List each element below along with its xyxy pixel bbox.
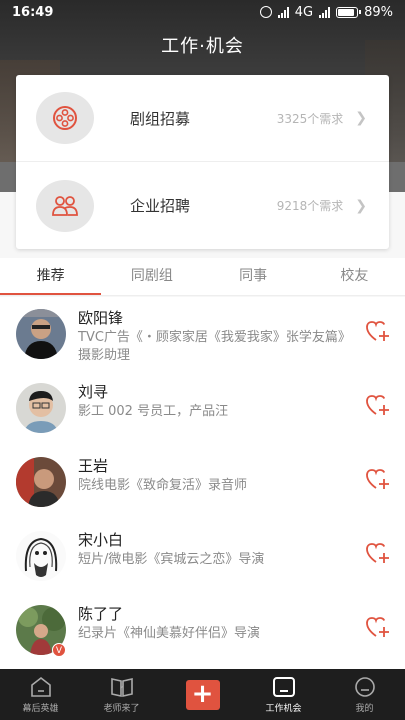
nav-heroes-label: 幕后英雄 (22, 703, 59, 714)
follow-heart-icon[interactable] (365, 615, 391, 639)
follow-heart-icon[interactable] (365, 467, 391, 491)
bottom-nav: 幕后英雄 老师来了 + 工作机会 我的 (0, 669, 405, 720)
avatar (16, 457, 66, 507)
list-item[interactable]: 宋小白 短片/微电影《宾城云之恋》导演 (0, 519, 405, 593)
person-name: 刘寻 (78, 383, 109, 401)
signal-icon (277, 6, 289, 18)
status-time: 16:49 (12, 4, 54, 20)
list-item[interactable]: 王岩 院线电影《致命复活》录音师 (0, 445, 405, 519)
person-name: 陈了了 (78, 605, 124, 623)
nav-create[interactable]: + (162, 669, 243, 720)
avatar (16, 309, 66, 359)
tab-same-crew[interactable]: 同剧组 (101, 258, 202, 295)
book-icon (110, 677, 133, 697)
tab-recommend[interactable]: 推荐 (0, 258, 102, 295)
home-icon (30, 676, 51, 697)
follow-heart-icon[interactable] (365, 541, 391, 565)
company-hire-count: 9218个需求 (276, 199, 344, 213)
verified-badge: V (52, 643, 66, 657)
follow-heart-icon[interactable] (365, 319, 391, 343)
list-item[interactable]: 刘寻 影工 002 号员工，产品汪 (0, 371, 405, 445)
film-reel-icon (36, 92, 94, 144)
nav-jobs-label: 工作机会 (265, 703, 302, 714)
nav-jobs[interactable]: 工作机会 (243, 669, 324, 720)
list-item[interactable]: V 陈了了 纪录片《神仙美慕好伴侣》导演 (0, 593, 405, 667)
network-type: 4G (294, 4, 314, 20)
person-desc: 院线电影《致命复活》录音师 (78, 478, 248, 493)
signal-icon-2 (319, 6, 331, 18)
nav-heroes[interactable]: 幕后英雄 (0, 669, 81, 720)
person-desc: 短片/微电影《宾城云之恋》导演 (78, 552, 265, 567)
follow-heart-icon[interactable] (365, 393, 391, 417)
profile-icon (354, 676, 375, 697)
alarm-icon (259, 6, 272, 18)
nav-profile-label: 我的 (355, 703, 374, 714)
tab-alumni[interactable]: 校友 (304, 258, 405, 295)
status-bar: 16:49 4G 89% (0, 0, 405, 24)
crew-recruit-count: 3325个需求 (276, 111, 344, 126)
person-desc: TVC广告《・顾家家居《我爱我家》张学友篇》摄影助理 (78, 330, 351, 363)
avatar (16, 383, 66, 433)
crew-recruit-label: 剧组招募 (130, 109, 191, 128)
page-title: 工作·机会 (161, 36, 244, 57)
person-name: 欧阳锋 (78, 309, 124, 327)
crew-recruit-row[interactable]: 剧组招募 3325个需求 ❯ (16, 75, 389, 162)
chevron-right-icon: ❯ (355, 110, 367, 126)
company-hire-label: 企业招聘 (130, 197, 191, 215)
battery-percent: 89% (364, 4, 393, 20)
people-list: 欧阳锋 TVC广告《・顾家家居《我爱我家》张学友篇》摄影助理 刘寻 影工 002… (0, 297, 405, 669)
person-desc: 影工 002 号员工，产品汪 (78, 404, 229, 419)
company-hire-row[interactable]: 企业招聘 9218个需求 ❯ (16, 162, 389, 249)
tab-colleague[interactable]: 同事 (203, 258, 304, 295)
chevron-right-icon: ❯ (355, 197, 367, 214)
person-name: 宋小白 (78, 531, 124, 549)
nav-profile[interactable]: 我的 (324, 669, 405, 720)
briefcase-icon (272, 676, 295, 697)
battery-icon (336, 6, 362, 18)
nav-teacher-label: 老师来了 (103, 703, 140, 714)
person-name: 王岩 (78, 457, 109, 475)
plus-icon: + (185, 679, 220, 710)
tab-bar: 推荐 同剧组 同事 校友 (0, 258, 405, 296)
people-icon (36, 179, 94, 232)
list-item[interactable]: 欧阳锋 TVC广告《・顾家家居《我爱我家》张学友篇》摄影助理 (0, 297, 405, 371)
nav-teacher[interactable]: 老师来了 (81, 669, 162, 720)
person-desc: 纪录片《神仙美慕好伴侣》导演 (78, 626, 261, 641)
opportunity-card: 剧组招募 3325个需求 ❯ 企业招聘 9218个需求 ❯ (16, 75, 389, 249)
avatar (16, 531, 66, 581)
